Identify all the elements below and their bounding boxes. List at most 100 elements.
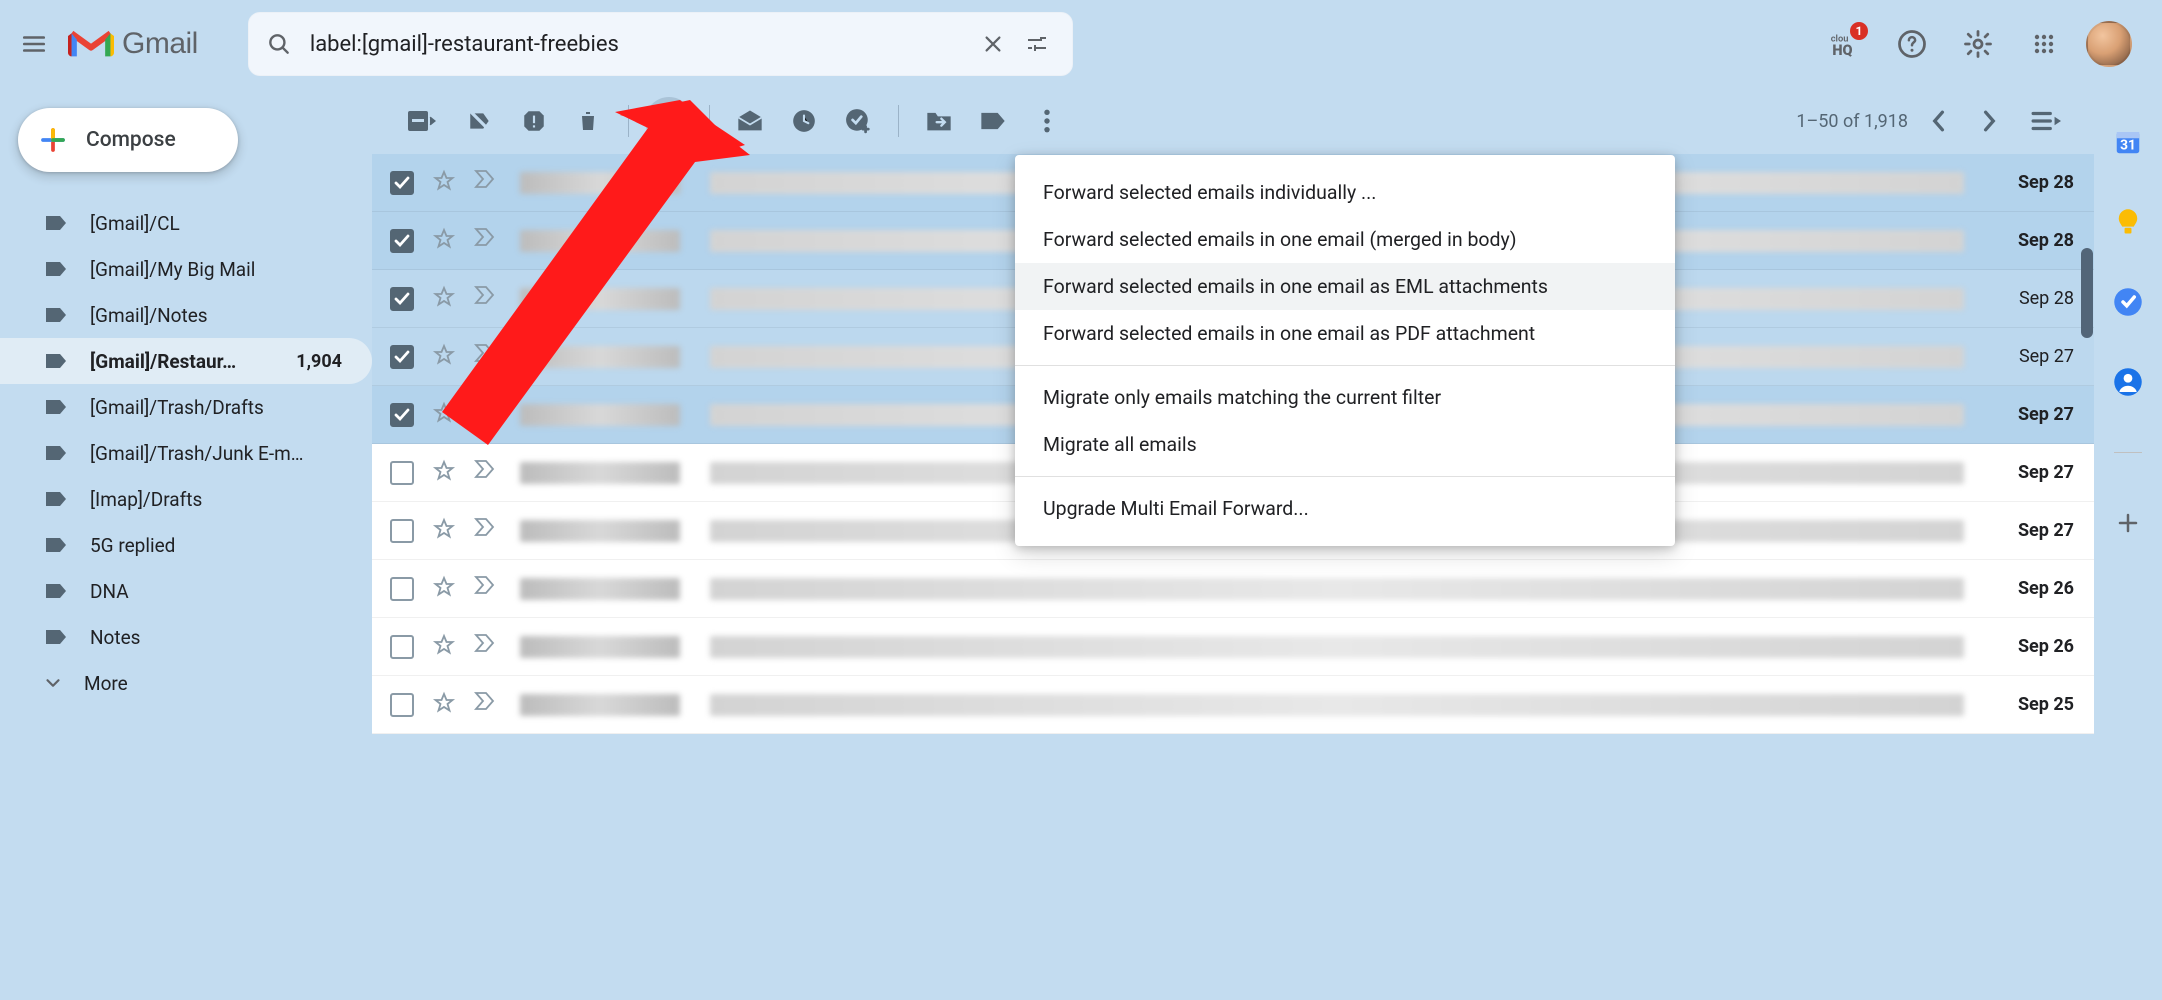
select-all-checkbox[interactable] — [394, 97, 450, 145]
label-icon — [42, 255, 70, 283]
mark-read-button[interactable] — [726, 97, 774, 145]
importance-marker[interactable] — [474, 401, 502, 429]
apps-grid-icon — [2032, 32, 2056, 56]
dropdown-item[interactable]: Migrate only emails matching the current… — [1015, 374, 1675, 421]
email-checkbox[interactable] — [390, 287, 414, 311]
clear-search-button[interactable] — [971, 22, 1015, 66]
importance-marker[interactable] — [474, 517, 502, 545]
search-icon[interactable] — [262, 27, 296, 61]
dropdown-item[interactable]: Forward selected emails in one email (me… — [1015, 216, 1675, 263]
contacts-addon-button[interactable] — [2104, 358, 2152, 406]
email-row[interactable]: Sep 26 — [372, 560, 2094, 618]
get-addons-button[interactable] — [2104, 499, 2152, 547]
density-button[interactable] — [2020, 99, 2072, 143]
toolbar-divider — [709, 105, 710, 137]
email-checkbox[interactable] — [390, 345, 414, 369]
tasks-addon-button[interactable] — [2104, 278, 2152, 326]
apps-button[interactable] — [2020, 20, 2068, 68]
snooze-button[interactable] — [780, 97, 828, 145]
email-checkbox[interactable] — [390, 229, 414, 253]
star-button[interactable] — [432, 169, 460, 197]
sidebar-label-item[interactable]: [Gmail]/My Big Mail — [0, 246, 372, 292]
importance-marker[interactable] — [474, 227, 502, 255]
dropdown-divider — [1015, 476, 1675, 477]
star-button[interactable] — [432, 575, 460, 603]
star-button[interactable] — [432, 691, 460, 719]
compose-button[interactable]: Compose — [18, 108, 238, 172]
email-checkbox[interactable] — [390, 693, 414, 717]
email-checkbox[interactable] — [390, 403, 414, 427]
keep-addon-button[interactable] — [2104, 198, 2152, 246]
gmail-logo[interactable]: Gmail — [68, 26, 198, 62]
chevron-down-icon — [42, 672, 64, 694]
email-checkbox[interactable] — [390, 171, 414, 195]
importance-marker[interactable] — [474, 285, 502, 313]
dropdown-item[interactable]: Migrate all emails — [1015, 421, 1675, 468]
label-text: [Gmail]/Notes — [90, 304, 342, 327]
remove-label-button[interactable] — [456, 97, 504, 145]
sidebar-label-item[interactable]: [Imap]/Drafts — [0, 476, 372, 522]
importance-marker[interactable] — [474, 691, 502, 719]
label-icon — [42, 439, 70, 467]
star-button[interactable] — [432, 401, 460, 429]
sidebar-label-item[interactable]: 5G replied — [0, 522, 372, 568]
email-checkbox[interactable] — [390, 577, 414, 601]
star-button[interactable] — [432, 227, 460, 255]
account-avatar[interactable] — [2086, 21, 2132, 67]
more-actions-button[interactable] — [1023, 97, 1071, 145]
importance-marker[interactable] — [474, 459, 502, 487]
email-checkbox[interactable] — [390, 519, 414, 543]
main-menu-button[interactable] — [10, 20, 58, 68]
importance-marker[interactable] — [474, 575, 502, 603]
label-icon — [42, 623, 70, 651]
labels-button[interactable] — [969, 97, 1017, 145]
next-page-button[interactable] — [1968, 99, 2012, 143]
dropdown-item[interactable]: Forward selected emails in one email as … — [1015, 310, 1675, 357]
report-spam-button[interactable] — [510, 97, 558, 145]
email-snippet — [710, 694, 1964, 716]
email-checkbox[interactable] — [390, 635, 414, 659]
star-button[interactable] — [432, 459, 460, 487]
email-sender — [520, 462, 680, 484]
sidebar-label-item[interactable]: [Gmail]/Notes — [0, 292, 372, 338]
sidebar-label-item[interactable]: [Gmail]/CL — [0, 200, 372, 246]
label-icon — [42, 347, 70, 375]
add-to-tasks-button[interactable] — [834, 97, 882, 145]
forward-button[interactable] — [645, 97, 693, 145]
settings-button[interactable] — [1954, 20, 2002, 68]
star-button[interactable] — [432, 633, 460, 661]
folder-move-icon — [925, 109, 953, 133]
dropdown-item[interactable]: Forward selected emails individually ... — [1015, 169, 1675, 216]
star-button[interactable] — [432, 517, 460, 545]
dropdown-item[interactable]: Upgrade Multi Email Forward... — [1015, 485, 1675, 532]
importance-marker[interactable] — [474, 169, 502, 197]
label-icon — [42, 485, 70, 513]
search-input[interactable] — [310, 32, 971, 57]
scrollbar-thumb[interactable] — [2081, 248, 2093, 338]
prev-page-button[interactable] — [1916, 99, 1960, 143]
sidebar-label-item[interactable]: [Gmail]/Restaur… 1,904 — [0, 338, 372, 384]
email-row[interactable]: Sep 25 — [372, 676, 2094, 734]
dropdown-item[interactable]: Forward selected emails in one email as … — [1015, 263, 1675, 310]
sidebar-label-item[interactable]: DNA — [0, 568, 372, 614]
sidebar-label-item[interactable]: [Gmail]/Trash/Drafts — [0, 384, 372, 430]
move-to-button[interactable] — [915, 97, 963, 145]
support-button[interactable] — [1888, 20, 1936, 68]
cloudhq-button[interactable]: clou HQ 1 — [1822, 20, 1870, 68]
search-options-button[interactable] — [1015, 22, 1059, 66]
more-labels-button[interactable]: More — [0, 660, 372, 706]
calendar-addon-button[interactable]: 31 — [2104, 118, 2152, 166]
email-date: Sep 27 — [1994, 520, 2074, 541]
sidebar-label-item[interactable]: Notes — [0, 614, 372, 660]
star-button[interactable] — [432, 285, 460, 313]
email-row[interactable]: Sep 26 — [372, 618, 2094, 676]
importance-marker[interactable] — [474, 343, 502, 371]
delete-button[interactable] — [564, 97, 612, 145]
gmail-text: Gmail — [122, 27, 198, 61]
email-checkbox[interactable] — [390, 461, 414, 485]
sidebar-label-item[interactable]: [Gmail]/Trash/Junk E-m… — [0, 430, 372, 476]
star-button[interactable] — [432, 343, 460, 371]
importance-marker[interactable] — [474, 633, 502, 661]
toolbar-divider — [898, 105, 899, 137]
toolbar-divider — [628, 105, 629, 137]
